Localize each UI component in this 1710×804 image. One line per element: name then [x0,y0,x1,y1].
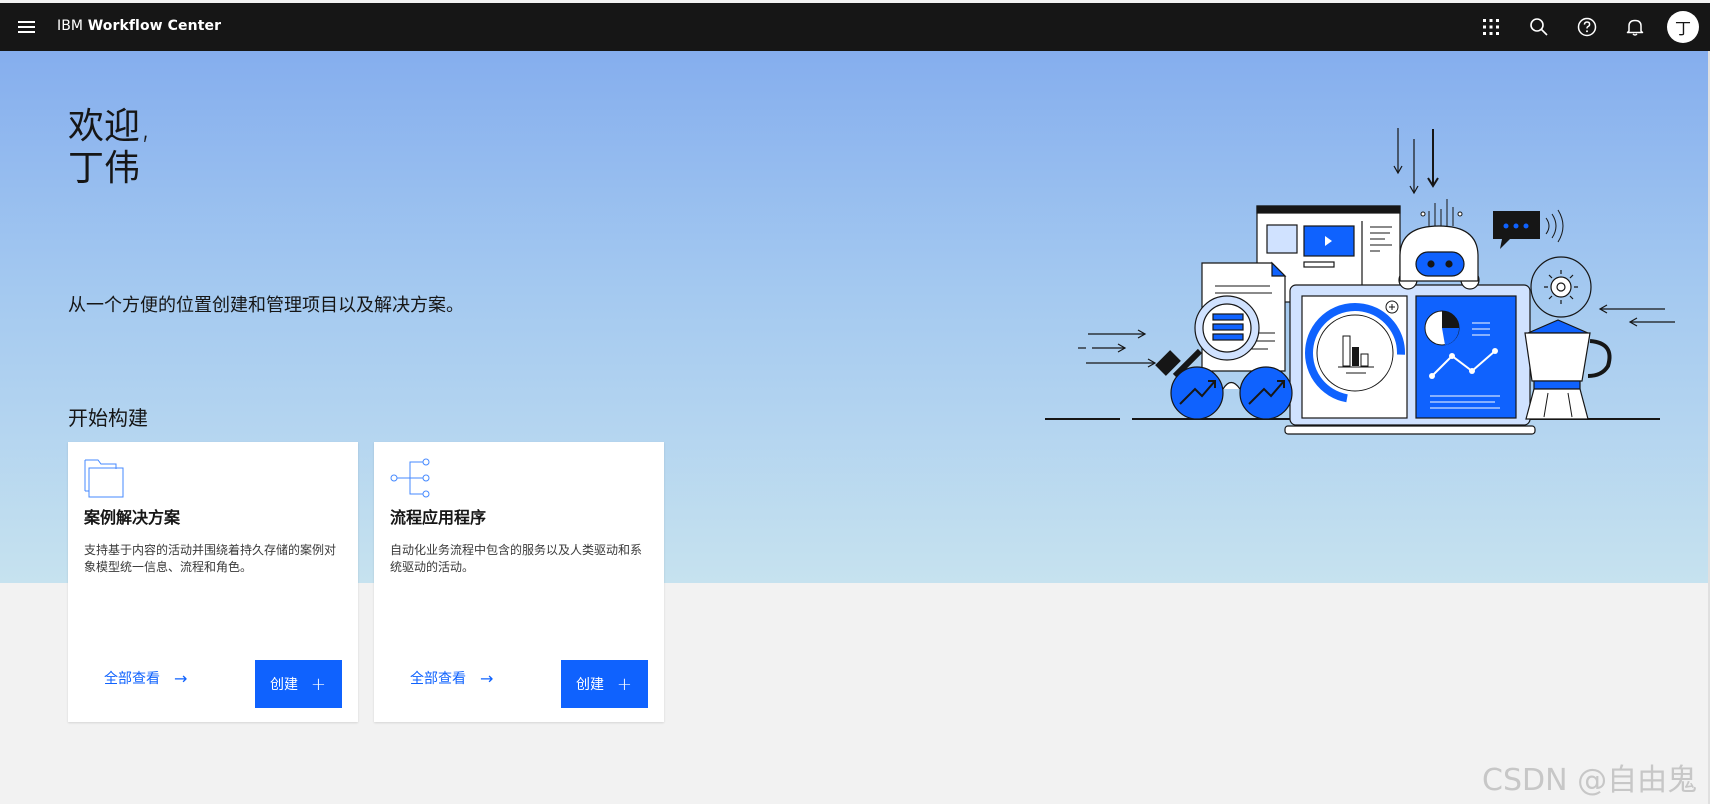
welcome-heading: 欢迎, 丁伟 [68,106,151,190]
hero-illustration [1045,128,1675,435]
plus-icon: + [616,673,632,695]
arrow-right-icon: → [174,668,188,688]
flow-icon [390,458,430,498]
create-button[interactable]: 创建 + [255,660,342,708]
notification-icon[interactable] [1611,3,1659,51]
view-all-link[interactable]: 全部查看 → [104,668,187,688]
welcome-greeting: 欢迎, [68,106,152,147]
view-all-label: 全部查看 [410,671,466,687]
view-all-link[interactable]: 全部查看 → [410,668,493,688]
top-navigation-bar: IBM Workflow Center 丁 [0,3,1710,51]
case-solution-card: 案例解决方案 支持基于内容的活动并围绕着持久存储的案例对象模型统一信息、流程和角… [68,442,358,722]
app-switcher-icon[interactable] [1467,3,1515,51]
search-icon[interactable] [1515,3,1563,51]
create-label: 创建 [270,677,298,693]
card-description: 支持基于内容的活动并围绕着持久存储的案例对象模型统一信息、流程和角色。 [84,543,337,574]
view-all-label: 全部查看 [104,671,160,687]
user-avatar[interactable]: 丁 [1667,11,1699,43]
watermark: CSDN @自由鬼 [1482,763,1698,798]
card-title: 案例解决方案 [84,508,181,527]
process-app-card: 流程应用程序 自动化业务流程中包含的服务以及人类驱动和系统驱动的活动。 全部查看… [374,442,664,722]
arrow-right-icon: → [480,668,494,688]
plus-icon: + [310,673,326,695]
menu-icon[interactable] [10,11,42,43]
hero-subtitle: 从一个方便的位置创建和管理项目以及解决方案。 [68,295,464,316]
help-icon[interactable] [1563,3,1611,51]
create-label: 创建 [576,677,604,693]
create-button[interactable]: 创建 + [561,660,648,708]
brand-prefix: IBM [57,18,84,34]
section-title: 开始构建 [68,406,148,430]
card-description: 自动化业务流程中包含的服务以及人类驱动和系统驱动的活动。 [390,543,643,574]
card-title: 流程应用程序 [390,508,487,527]
folder-icon [84,459,124,498]
welcome-user-name: 丁伟 [68,148,141,189]
brand-name: Workflow Center [87,18,222,34]
product-name[interactable]: IBM Workflow Center [57,18,221,34]
